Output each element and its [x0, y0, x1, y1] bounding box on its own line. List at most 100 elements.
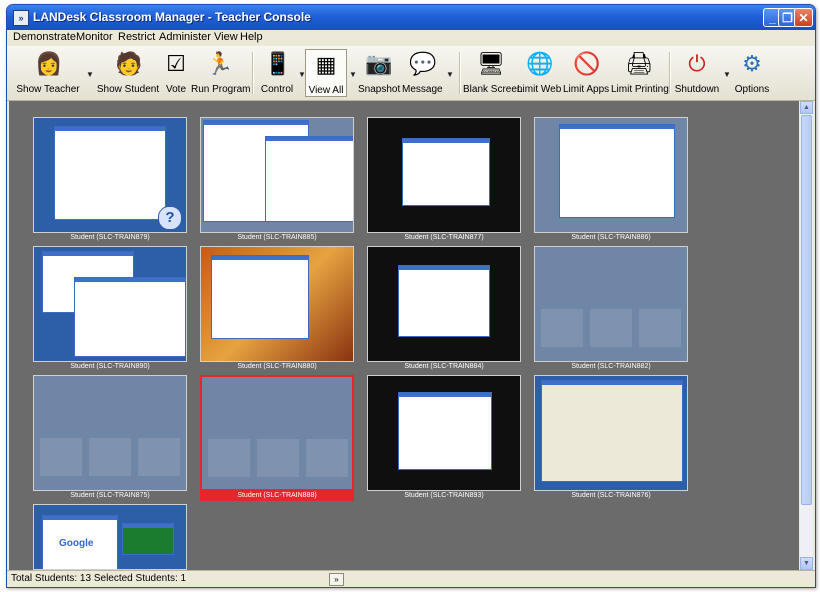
run-program-button[interactable]: 🏃 Run Program: [191, 49, 250, 97]
student-screen[interactable]: Google: [33, 504, 187, 570]
student-screen[interactable]: [200, 246, 354, 362]
close-button[interactable]: ✕: [794, 8, 813, 27]
view-all-dropdown-arrow[interactable]: ▼: [349, 70, 357, 79]
view-all-icon: ▦: [315, 52, 337, 77]
vote-button[interactable]: ☑ Vote: [159, 49, 193, 97]
desktop-panel: [257, 439, 299, 477]
desktop-panel: [639, 309, 681, 347]
student-screen[interactable]: [534, 375, 688, 491]
app-window-preview: [265, 136, 353, 222]
student-screen[interactable]: ?: [33, 117, 187, 233]
student-name-label: Student (SLC-TRAIN888): [200, 491, 354, 501]
toolbar-separator: [459, 52, 461, 94]
desktop-panel: [306, 439, 348, 477]
vote-icon: ☑: [166, 51, 186, 76]
student-screen[interactable]: [200, 375, 354, 491]
student-thumbnail[interactable]: Student (SLC-TRAIN880): [200, 246, 354, 372]
student-thumbnail[interactable]: ? Student (SLC-TRAIN879): [33, 117, 187, 243]
student-name-label: Student (SLC-TRAIN882): [571, 363, 651, 370]
shutdown-dropdown-arrow[interactable]: ▼: [723, 70, 731, 79]
student-thumbnail[interactable]: Student (SLC-TRAIN890): [33, 246, 187, 372]
toolbar-separator: [252, 52, 254, 94]
menu-help[interactable]: Help: [240, 31, 263, 43]
student-thumbnail[interactable]: Student (SLC-TRAIN884): [367, 246, 521, 372]
menu-view[interactable]: View: [214, 31, 238, 43]
student-screen[interactable]: [367, 117, 521, 233]
blank-screen-button[interactable]: 🖥 Blank Screen: [463, 49, 522, 97]
app-window: » LANDesk Classroom Manager - Teacher Co…: [6, 4, 816, 588]
student-name-label: Student (SLC-TRAIN885): [237, 234, 317, 241]
limit-printing-button[interactable]: 🖨 Limit Printing: [611, 49, 669, 97]
options-gear-icon: ⚙: [742, 51, 762, 76]
window-title: LANDesk Classroom Manager - Teacher Cons…: [33, 10, 311, 24]
student-thumbnail-selected[interactable]: Student (SLC-TRAIN888): [200, 375, 354, 501]
desktop-panel: [138, 438, 180, 476]
shutdown-button[interactable]: ⏻ Shutdown: [673, 49, 721, 97]
student-name-label: Student (SLC-TRAIN876): [571, 492, 651, 499]
student-thumbnail[interactable]: Student (SLC-TRAIN885): [200, 117, 354, 243]
message-dropdown-arrow[interactable]: ▼: [446, 70, 454, 79]
desktop-panel: [40, 438, 82, 476]
toolbar-separator: [669, 52, 671, 94]
student-screen[interactable]: [534, 117, 688, 233]
scrollbar-thumb[interactable]: [801, 115, 812, 505]
student-screen[interactable]: [33, 375, 187, 491]
message-icon: 💬: [409, 51, 437, 76]
student-icon: 🧑: [115, 51, 143, 76]
control-button[interactable]: 📱 Control: [257, 49, 297, 97]
toolbar: 👩 Show Teacher ▼ 🧑 Show Student ☑ Vote 🏃…: [7, 46, 815, 101]
student-thumbnail[interactable]: Google: [33, 504, 187, 570]
title-bar[interactable]: » LANDesk Classroom Manager - Teacher Co…: [7, 5, 815, 30]
menu-demonstrate[interactable]: Demonstrate: [13, 31, 76, 43]
desktop-panel: [590, 309, 632, 347]
app-window-preview: [559, 124, 675, 218]
student-thumbnail[interactable]: Student (SLC-TRAIN876): [534, 375, 688, 501]
limit-apps-icon: 🚫: [573, 51, 601, 76]
teacher-icon: 👩: [35, 51, 63, 76]
student-thumbnail[interactable]: Student (SLC-TRAIN882): [534, 246, 688, 372]
student-screen[interactable]: [534, 246, 688, 362]
menu-restrict[interactable]: Restrict: [118, 31, 155, 43]
app-window-preview: [398, 392, 492, 470]
remote-control-icon: 📱: [264, 51, 292, 76]
app-window-preview: [74, 277, 186, 357]
landesk-app-icon: »: [13, 10, 29, 26]
browser-window-preview: Google: [42, 515, 118, 569]
show-teacher-dropdown-arrow[interactable]: ▼: [86, 70, 94, 79]
view-all-button[interactable]: ▦ View All: [305, 49, 347, 97]
app-window-preview: [54, 126, 166, 220]
limit-apps-button[interactable]: 🚫 Limit Apps: [563, 49, 609, 97]
limit-web-button[interactable]: 🌐 Limit Web: [517, 49, 561, 97]
game-window-preview: [122, 523, 174, 555]
student-name-label: Student (SLC-TRAIN875): [70, 492, 150, 499]
scroll-up-button[interactable]: ▲: [800, 101, 813, 114]
limit-web-icon: 🌐: [526, 51, 554, 76]
desktop-panel: [89, 438, 131, 476]
google-logo: Google: [59, 538, 94, 549]
student-screen[interactable]: [367, 375, 521, 491]
snapshot-button[interactable]: 📷 Snapshot: [358, 49, 400, 97]
student-thumbnail[interactable]: Student (SLC-TRAIN875): [33, 375, 187, 501]
show-teacher-button[interactable]: 👩 Show Teacher: [15, 49, 81, 97]
student-screen[interactable]: [367, 246, 521, 362]
scroll-down-button[interactable]: ▼: [800, 557, 813, 570]
expand-panel-button[interactable]: »: [329, 573, 344, 586]
student-thumbnail[interactable]: Student (SLC-TRAIN886): [534, 117, 688, 243]
options-button[interactable]: ⚙ Options: [731, 49, 773, 97]
status-text: Total Students: 13 Selected Students: 1: [11, 573, 187, 584]
desktop-panel: [208, 439, 250, 477]
student-screen[interactable]: [200, 117, 354, 233]
student-thumbnail-grid: ? Student (SLC-TRAIN879) Student (SLC-TR…: [9, 101, 799, 570]
student-thumbnail[interactable]: Student (SLC-TRAIN877): [367, 117, 521, 243]
student-name-label: Student (SLC-TRAIN877): [404, 234, 484, 241]
student-thumbnail[interactable]: Student (SLC-TRAIN893): [367, 375, 521, 501]
status-bar: Total Students: 13 Selected Students: 1 …: [7, 570, 815, 587]
message-button[interactable]: 💬 Message: [402, 49, 443, 97]
student-name-label: Student (SLC-TRAIN880): [237, 363, 317, 370]
student-screen[interactable]: [33, 246, 187, 362]
menu-administer[interactable]: Administer: [159, 31, 211, 43]
show-student-button[interactable]: 🧑 Show Student: [95, 49, 161, 97]
app-window-preview: [402, 138, 490, 206]
vertical-scrollbar[interactable]: ▲ ▼: [800, 101, 813, 570]
menu-monitor[interactable]: Monitor: [76, 31, 113, 43]
